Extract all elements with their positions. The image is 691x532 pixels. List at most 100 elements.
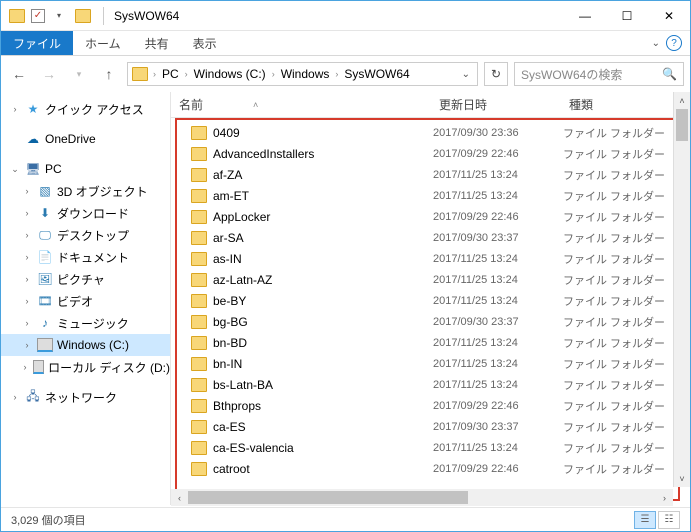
address-dropdown-icon[interactable]: ⌄ — [459, 69, 473, 80]
folder-icon — [191, 210, 207, 224]
folder-icon — [191, 126, 207, 140]
chevron-right-icon[interactable]: › — [184, 69, 189, 79]
table-row[interactable]: ca-ES-valencia2017/11/25 13:24ファイル フォルダー — [177, 437, 678, 458]
tree-videos[interactable]: ›🎞ビデオ — [1, 290, 170, 312]
file-date: 2017/09/30 23:37 — [433, 232, 563, 244]
view-buttons: ☰ ☷ — [634, 511, 680, 529]
table-row[interactable]: 04092017/09/30 23:36ファイル フォルダー — [177, 122, 678, 143]
file-name: az-Latn-AZ — [213, 273, 433, 287]
search-input[interactable]: SysWOW64の検索 🔍 — [514, 62, 684, 86]
folder-icon — [191, 189, 207, 203]
table-row[interactable]: bg-BG2017/09/30 23:37ファイル フォルダー — [177, 311, 678, 332]
scroll-left-icon[interactable]: ‹ — [171, 489, 188, 506]
tab-home[interactable]: ホーム — [73, 31, 133, 55]
chevron-right-icon[interactable]: › — [334, 69, 339, 79]
tree-pictures[interactable]: ›🖼ピクチャ — [1, 268, 170, 290]
tree-quick-access[interactable]: ›★クイック アクセス — [1, 98, 170, 120]
file-date: 2017/11/25 13:24 — [433, 358, 563, 370]
tree-drive-c[interactable]: ›Windows (C:) — [1, 334, 170, 356]
scroll-down-icon[interactable]: ˅ — [674, 470, 690, 487]
file-date: 2017/09/29 22:46 — [433, 211, 563, 223]
icons-view-button[interactable]: ☷ — [658, 511, 680, 529]
tree-label: デスクトップ — [57, 227, 129, 244]
file-name: bs-Latn-BA — [213, 378, 433, 392]
breadcrumb-segment[interactable]: PC — [159, 67, 182, 81]
breadcrumb-segment[interactable]: SysWOW64 — [341, 67, 412, 81]
back-button[interactable]: ← — [7, 62, 31, 86]
tree-network[interactable]: ›🖧ネットワーク — [1, 386, 170, 408]
file-type: ファイル フォルダー — [563, 251, 665, 267]
up-button[interactable]: ↑ — [97, 62, 121, 86]
folder-icon — [191, 252, 207, 266]
tree-documents[interactable]: ›📄ドキュメント — [1, 246, 170, 268]
folder-icon — [191, 315, 207, 329]
table-row[interactable]: catroot2017/09/29 22:46ファイル フォルダー — [177, 458, 678, 479]
scroll-right-icon[interactable]: › — [656, 489, 673, 506]
tree-label: ミュージック — [57, 315, 129, 332]
table-row[interactable]: am-ET2017/11/25 13:24ファイル フォルダー — [177, 185, 678, 206]
details-view-button[interactable]: ☰ — [634, 511, 656, 529]
scroll-thumb[interactable] — [188, 491, 468, 504]
file-type: ファイル フォルダー — [563, 146, 665, 162]
tab-share[interactable]: 共有 — [133, 31, 181, 55]
table-row[interactable]: bs-Latn-BA2017/11/25 13:24ファイル フォルダー — [177, 374, 678, 395]
breadcrumb[interactable]: › PC › Windows (C:) › Windows › SysWOW64… — [127, 62, 478, 86]
table-row[interactable]: AppLocker2017/09/29 22:46ファイル フォルダー — [177, 206, 678, 227]
nav-tree: ›★クイック アクセス ☁OneDrive ⌄🖥PC ›▧3D オブジェクト ›… — [1, 92, 171, 505]
tree-onedrive[interactable]: ☁OneDrive — [1, 128, 170, 150]
refresh-button[interactable]: ↻ — [484, 62, 508, 86]
tree-music[interactable]: ›♪ミュージック — [1, 312, 170, 334]
minimize-button[interactable]: ― — [564, 1, 606, 31]
chevron-right-icon[interactable]: › — [271, 69, 276, 79]
folder-icon — [191, 399, 207, 413]
table-row[interactable]: bn-IN2017/11/25 13:24ファイル フォルダー — [177, 353, 678, 374]
vertical-scrollbar[interactable]: ˄ ˅ — [673, 92, 690, 487]
tree-drive-d[interactable]: ›ローカル ディスク (D:) — [1, 356, 170, 378]
file-date: 2017/11/25 13:24 — [433, 442, 563, 454]
table-row[interactable]: ar-SA2017/09/30 23:37ファイル フォルダー — [177, 227, 678, 248]
file-type: ファイル フォルダー — [563, 377, 665, 393]
table-row[interactable]: bn-BD2017/11/25 13:24ファイル フォルダー — [177, 332, 678, 353]
horizontal-scrollbar[interactable]: ‹ › — [171, 489, 673, 506]
file-name: am-ET — [213, 189, 433, 203]
column-name[interactable]: 名前˄ — [171, 96, 431, 113]
table-row[interactable]: ca-ES2017/09/30 23:37ファイル フォルダー — [177, 416, 678, 437]
maximize-button[interactable]: ☐ — [606, 1, 648, 31]
tree-3d-objects[interactable]: ›▧3D オブジェクト — [1, 180, 170, 202]
file-date: 2017/11/25 13:24 — [433, 337, 563, 349]
breadcrumb-segment[interactable]: Windows — [278, 67, 333, 81]
tab-file[interactable]: ファイル — [1, 31, 73, 55]
table-row[interactable]: az-Latn-AZ2017/11/25 13:24ファイル フォルダー — [177, 269, 678, 290]
table-row[interactable]: AdvancedInstallers2017/09/29 22:46ファイル フ… — [177, 143, 678, 164]
tab-view[interactable]: 表示 — [181, 31, 229, 55]
file-type: ファイル フォルダー — [563, 314, 665, 330]
tree-desktop[interactable]: ›🖵デスクトップ — [1, 224, 170, 246]
recent-dropdown[interactable]: ▾ — [67, 62, 91, 86]
tree-pc[interactable]: ⌄🖥PC — [1, 158, 170, 180]
file-date: 2017/11/25 13:24 — [433, 274, 563, 286]
column-type[interactable]: 種類 — [561, 96, 690, 113]
help-icon[interactable]: ? — [666, 35, 682, 51]
chevron-down-icon[interactable]: ⌄ — [652, 38, 660, 49]
chevron-right-icon[interactable]: › — [152, 69, 157, 79]
breadcrumb-segment[interactable]: Windows (C:) — [191, 67, 269, 81]
file-date: 2017/09/29 22:46 — [433, 400, 563, 412]
scroll-up-icon[interactable]: ˄ — [674, 92, 690, 109]
close-button[interactable]: ✕ — [648, 1, 690, 31]
column-headers: 名前˄ 更新日時 種類 — [171, 92, 690, 118]
title-bar: ✓ ▾ SysWOW64 ― ☐ ✕ — [1, 1, 690, 31]
table-row[interactable]: be-BY2017/11/25 13:24ファイル フォルダー — [177, 290, 678, 311]
qat-dropdown-icon[interactable]: ▾ — [49, 6, 69, 26]
forward-button[interactable]: → — [37, 62, 61, 86]
folder-icon — [191, 336, 207, 350]
checkbox-icon[interactable]: ✓ — [31, 9, 45, 23]
table-row[interactable]: Bthprops2017/09/29 22:46ファイル フォルダー — [177, 395, 678, 416]
column-date[interactable]: 更新日時 — [431, 96, 561, 113]
folder-icon — [191, 273, 207, 287]
file-date: 2017/11/25 13:24 — [433, 379, 563, 391]
table-row[interactable]: as-IN2017/11/25 13:24ファイル フォルダー — [177, 248, 678, 269]
tree-downloads[interactable]: ›⬇ダウンロード — [1, 202, 170, 224]
scroll-thumb[interactable] — [676, 109, 688, 141]
table-row[interactable]: af-ZA2017/11/25 13:24ファイル フォルダー — [177, 164, 678, 185]
column-label: 種類 — [569, 96, 593, 113]
